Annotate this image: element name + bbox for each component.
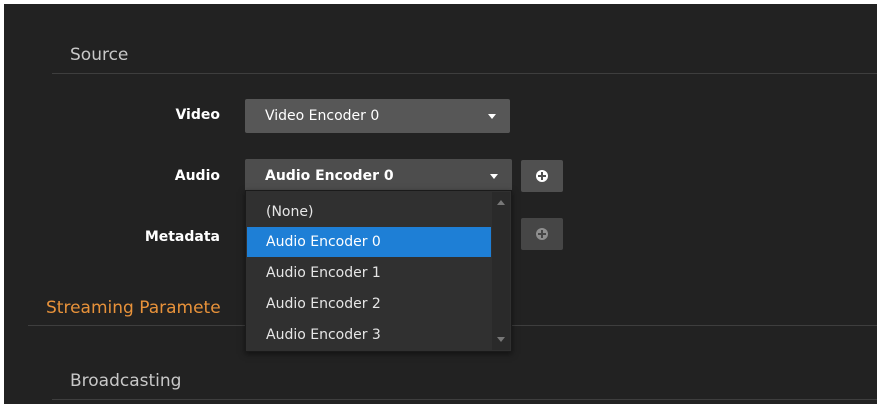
add-metadata-button[interactable] — [521, 218, 563, 250]
section-title-streaming: Streaming Paramete — [46, 298, 221, 318]
audio-select-value: Audio Encoder 0 — [265, 168, 394, 184]
chevron-down-icon — [490, 174, 498, 179]
divider — [52, 399, 877, 400]
audio-select[interactable]: Audio Encoder 0 — [245, 159, 512, 193]
dropdown-option-audio-encoder-0[interactable]: Audio Encoder 0 — [247, 227, 491, 257]
audio-label: Audio — [174, 168, 220, 184]
video-select-value: Video Encoder 0 — [265, 108, 380, 124]
scroll-down-icon[interactable] — [497, 337, 505, 342]
plus-circle-icon — [536, 228, 548, 240]
scroll-up-icon[interactable] — [497, 200, 505, 205]
chevron-down-icon — [488, 114, 496, 119]
dropdown-option-audio-encoder-3[interactable]: Audio Encoder 3 — [247, 320, 491, 350]
dropdown-option-audio-encoder-1[interactable]: Audio Encoder 1 — [247, 258, 491, 288]
video-select[interactable]: Video Encoder 0 — [245, 99, 510, 133]
dropdown-option-none[interactable]: (None) — [247, 197, 491, 227]
audio-dropdown-list[interactable]: (None) Audio Encoder 0 Audio Encoder 1 A… — [245, 190, 512, 352]
plus-circle-icon — [536, 170, 548, 182]
metadata-label: Metadata — [144, 229, 220, 245]
add-audio-button[interactable] — [521, 160, 563, 192]
section-title-broadcasting: Broadcasting — [70, 371, 182, 391]
divider — [52, 73, 877, 74]
video-label: Video — [175, 107, 220, 123]
section-title-source: Source — [70, 45, 129, 65]
dropdown-scrollbar[interactable] — [492, 192, 510, 350]
dropdown-option-audio-encoder-2[interactable]: Audio Encoder 2 — [247, 289, 491, 319]
